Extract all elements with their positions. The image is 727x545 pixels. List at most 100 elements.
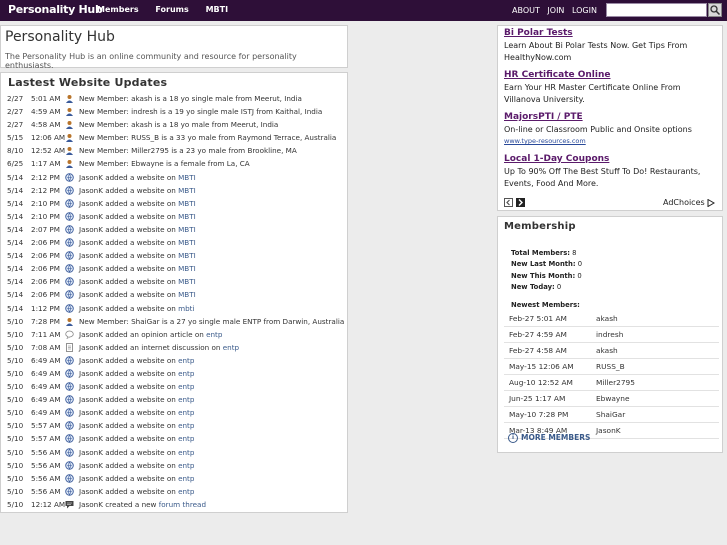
- ad-title[interactable]: HR Certificate Online: [504, 70, 718, 80]
- update-link[interactable]: MBTI: [178, 290, 196, 299]
- update-row: 5/14 2:07 PM JasonK added a website on MBT…: [1, 223, 349, 236]
- update-time: 2:12 PM: [31, 185, 60, 195]
- ad-title[interactable]: Bi Polar Tests: [504, 28, 718, 38]
- website-icon: [65, 408, 74, 417]
- nav-login[interactable]: LOGIN: [572, 6, 597, 15]
- member-name[interactable]: JasonK: [596, 426, 621, 435]
- member-join-date: Feb-27 4:58 AM: [509, 346, 567, 355]
- update-link[interactable]: MBTI: [178, 199, 196, 208]
- website-icon: [65, 303, 74, 313]
- updates-list: 2/27 5:01 AM New Member: akash is a 18 yo …: [1, 92, 349, 511]
- member-name[interactable]: indresh: [596, 330, 623, 339]
- update-link[interactable]: MBTI: [178, 212, 196, 221]
- update-link[interactable]: MBTI: [178, 264, 196, 273]
- ad-item[interactable]: Bi Polar Tests Learn About Bi Polar Test…: [504, 28, 718, 64]
- member-name[interactable]: Miller2795: [596, 378, 635, 387]
- update-row: 5/14 2:12 PM JasonK added a website on MBT…: [1, 171, 349, 184]
- ad-prev-button[interactable]: [504, 198, 513, 207]
- update-row: 5/10 7:28 PM New Member: ShaiGar is a 27 y…: [1, 315, 349, 328]
- ad-body: Up To 90% Off The Best Stuff To Do! Rest…: [504, 167, 701, 188]
- update-link[interactable]: entp: [178, 487, 194, 496]
- update-text: JasonK added a website on entp: [79, 447, 195, 457]
- update-date: 5/10: [7, 499, 24, 509]
- ad-item[interactable]: MajorsPTI / PTE On-line or Classroom Pub…: [504, 112, 718, 145]
- update-date: 5/10: [7, 408, 24, 418]
- ad-item[interactable]: Local 1-Day Coupons Up To 90% Off The Be…: [504, 154, 718, 190]
- ad-body: On-line or Classroom Public and Onsite o…: [504, 125, 692, 134]
- search-button[interactable]: [708, 3, 722, 17]
- update-link[interactable]: forum thread: [159, 500, 206, 509]
- update-time: 2:06 PM: [31, 277, 60, 287]
- search-icon: [710, 5, 721, 16]
- member-name[interactable]: akash: [596, 346, 618, 355]
- update-text: New Member: Miller2795 is a 23 yo male f…: [79, 146, 297, 156]
- update-time: 4:59 AM: [31, 107, 61, 117]
- update-row: 8/10 12:52 AM New Member: Miller2795 is a …: [1, 144, 349, 157]
- nav-forums[interactable]: Forums: [155, 5, 188, 14]
- website-icon: [65, 369, 74, 378]
- update-link[interactable]: MBTI: [178, 186, 196, 195]
- update-text: JasonK added a website on entp: [79, 473, 195, 483]
- update-text: JasonK added a website on MBTI: [79, 264, 196, 274]
- member-join-date: Jun-25 1:17 AM: [509, 394, 566, 403]
- ad-next-button[interactable]: [516, 198, 525, 207]
- account-nav: ABOUT JOIN LOGIN: [512, 6, 602, 15]
- update-row: 6/25 1:17 AM New Member: Ebwayne is a fema…: [1, 157, 349, 170]
- update-link[interactable]: entp: [178, 408, 194, 417]
- update-date: 2/27: [7, 94, 24, 103]
- update-date: 5/14: [7, 290, 24, 300]
- update-link[interactable]: entp: [178, 434, 194, 443]
- update-row: 5/15 12:06 AM New Member: RUSS_B is a 33 y…: [1, 131, 349, 144]
- update-link[interactable]: MBTI: [178, 225, 196, 234]
- site-logo[interactable]: Personality Hub: [8, 3, 103, 16]
- update-row: 5/10 5:57 AM JasonK added a website on ent…: [1, 419, 349, 432]
- update-text: JasonK added a website on MBTI: [79, 238, 196, 248]
- update-row: 5/10 6:49 AM JasonK added a website on ent…: [1, 367, 349, 380]
- update-link[interactable]: entp: [178, 356, 194, 365]
- member-name[interactable]: akash: [596, 314, 618, 323]
- update-link[interactable]: entp: [178, 448, 194, 457]
- ads-panel: Bi Polar Tests Learn About Bi Polar Test…: [497, 25, 723, 211]
- update-link[interactable]: MBTI: [178, 251, 196, 260]
- update-row: 5/10 5:56 AM JasonK added a website on ent…: [1, 446, 349, 459]
- update-time: 12:06 AM: [31, 133, 66, 143]
- update-time: 7:08 AM: [31, 342, 61, 352]
- update-row: 5/10 7:08 AM JasonK added an internet disc…: [1, 341, 349, 354]
- ad-item[interactable]: HR Certificate Online Earn Your HR Maste…: [504, 70, 718, 106]
- update-link[interactable]: entp: [223, 343, 239, 352]
- member-join-date: May-15 12:06 AM: [509, 362, 574, 371]
- adchoices-link[interactable]: AdChoices: [663, 198, 716, 207]
- nav-members[interactable]: Members: [97, 5, 139, 14]
- update-text: JasonK added a website on MBTI: [79, 251, 196, 261]
- nav-mbti[interactable]: MBTI: [206, 5, 229, 14]
- update-link[interactable]: entp: [178, 369, 194, 378]
- update-link[interactable]: entp: [178, 382, 194, 391]
- update-row: 5/10 6:49 AM JasonK added a website on ent…: [1, 380, 349, 393]
- user-icon: [66, 317, 73, 326]
- update-link[interactable]: MBTI: [178, 277, 196, 286]
- user-icon: [66, 95, 73, 103]
- nav-about[interactable]: ABOUT: [512, 6, 540, 15]
- more-members-link[interactable]: i MORE MEMBERS: [508, 433, 590, 443]
- update-link[interactable]: entp: [178, 395, 194, 404]
- member-name[interactable]: RUSS_B: [596, 362, 625, 371]
- update-link[interactable]: MBTI: [178, 173, 196, 182]
- ad-url[interactable]: www.type-resources.com: [504, 137, 718, 145]
- update-text: JasonK added a website on MBTI: [79, 185, 196, 195]
- member-name[interactable]: Ebwayne: [596, 394, 630, 403]
- nav-join[interactable]: JOIN: [547, 6, 564, 15]
- update-link[interactable]: entp: [178, 421, 194, 430]
- update-link[interactable]: MBTI: [178, 238, 196, 247]
- ad-title[interactable]: Local 1-Day Coupons: [504, 154, 718, 164]
- ad-title[interactable]: MajorsPTI / PTE: [504, 112, 718, 122]
- update-time: 6:49 AM: [31, 368, 61, 378]
- search-input[interactable]: [606, 3, 707, 17]
- update-link[interactable]: entp: [178, 461, 194, 470]
- page-title: Personality Hub: [5, 29, 115, 45]
- update-time: 2:06 PM: [31, 238, 60, 248]
- update-link[interactable]: entp: [178, 474, 194, 483]
- member-name[interactable]: ShaiGar: [596, 410, 625, 419]
- update-row: 5/14 2:12 PM JasonK added a website on MBT…: [1, 184, 349, 197]
- update-link[interactable]: entp: [206, 330, 222, 339]
- update-link[interactable]: mbti: [178, 304, 194, 313]
